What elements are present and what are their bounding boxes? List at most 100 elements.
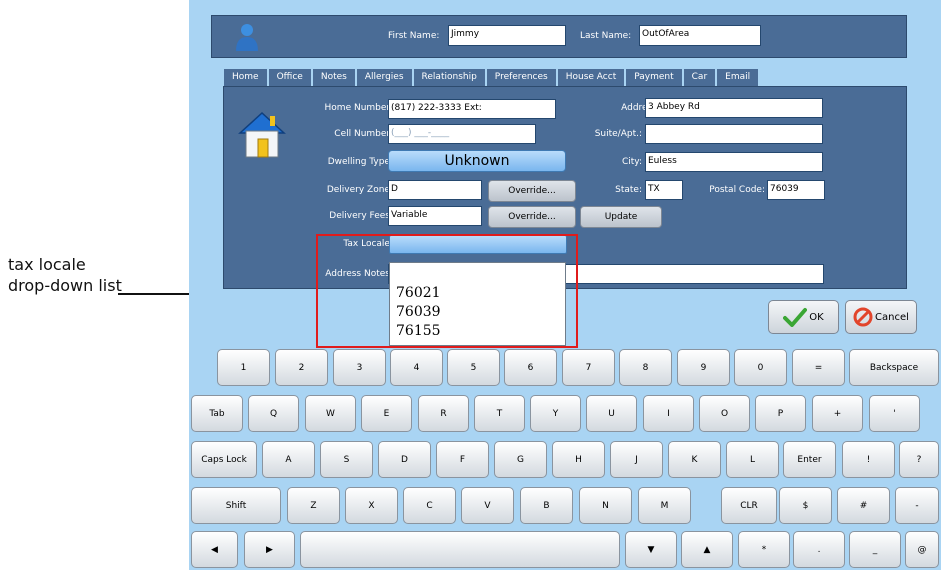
key-3[interactable]: 3 bbox=[333, 349, 386, 386]
suite-apt-label: Suite/Apt.: bbox=[594, 129, 642, 139]
home-number-input[interactable]: (817) 222-3333 Ext: bbox=[388, 99, 556, 119]
key-left-arrow[interactable]: ◀ bbox=[191, 531, 238, 568]
key-at[interactable]: @ bbox=[905, 531, 939, 568]
tab-bar: Home Office Notes Allergies Relationship… bbox=[223, 68, 760, 87]
key-c[interactable]: C bbox=[403, 487, 456, 524]
delivery-fees-override-button[interactable]: Override... bbox=[488, 206, 576, 228]
key-equals[interactable]: = bbox=[792, 349, 845, 386]
key-question[interactable]: ? bbox=[899, 441, 939, 478]
key-d[interactable]: D bbox=[378, 441, 431, 478]
key-2[interactable]: 2 bbox=[275, 349, 328, 386]
key-plus[interactable]: + bbox=[812, 395, 863, 432]
key-s[interactable]: S bbox=[320, 441, 373, 478]
key-exclamation[interactable]: ! bbox=[842, 441, 895, 478]
tab-payment[interactable]: Payment bbox=[625, 68, 683, 87]
key-j[interactable]: J bbox=[610, 441, 663, 478]
last-name-input[interactable]: OutOfArea bbox=[639, 25, 761, 46]
key-e[interactable]: E bbox=[361, 395, 412, 432]
city-input[interactable]: Euless bbox=[645, 152, 823, 172]
cell-number-label: Cell Number: bbox=[334, 129, 393, 139]
key-hash[interactable]: # bbox=[837, 487, 890, 524]
state-input[interactable]: TX bbox=[645, 180, 683, 200]
cell-number-input[interactable]: (___) ___-____ bbox=[388, 124, 536, 144]
key-a[interactable]: A bbox=[262, 441, 315, 478]
tab-notes[interactable]: Notes bbox=[311, 68, 356, 87]
key-4[interactable]: 4 bbox=[390, 349, 443, 386]
tab-email[interactable]: Email bbox=[716, 68, 760, 87]
key-1[interactable]: 1 bbox=[217, 349, 270, 386]
key-shift[interactable]: Shift bbox=[191, 487, 281, 524]
key-clr[interactable]: CLR bbox=[721, 487, 777, 524]
cancel-button[interactable]: Cancel bbox=[845, 300, 917, 334]
delivery-fees-input[interactable]: Variable bbox=[388, 206, 482, 226]
key-backspace[interactable]: Backspace bbox=[849, 349, 939, 386]
key-p[interactable]: P bbox=[755, 395, 806, 432]
key-tab[interactable]: Tab bbox=[191, 395, 243, 432]
key-l[interactable]: L bbox=[726, 441, 779, 478]
key-0[interactable]: 0 bbox=[734, 349, 787, 386]
key-k[interactable]: K bbox=[668, 441, 721, 478]
first-name-input[interactable]: Jimmy bbox=[448, 25, 566, 46]
key-x[interactable]: X bbox=[345, 487, 398, 524]
key-r[interactable]: R bbox=[418, 395, 469, 432]
key-space[interactable] bbox=[300, 531, 620, 568]
suite-apt-input[interactable] bbox=[645, 124, 823, 144]
key-minus[interactable]: - bbox=[895, 487, 939, 524]
key-w[interactable]: W bbox=[305, 395, 356, 432]
key-v[interactable]: V bbox=[461, 487, 514, 524]
key-m[interactable]: M bbox=[638, 487, 691, 524]
postal-code-label: Postal Code: bbox=[709, 185, 765, 195]
key-q[interactable]: Q bbox=[248, 395, 299, 432]
key-period[interactable]: . bbox=[793, 531, 845, 568]
key-asterisk[interactable]: * bbox=[738, 531, 790, 568]
update-button[interactable]: Update bbox=[580, 206, 662, 228]
key-enter[interactable]: Enter bbox=[783, 441, 836, 478]
tab-car[interactable]: Car bbox=[682, 68, 717, 87]
tab-house-acct[interactable]: House Acct bbox=[556, 68, 626, 87]
key-7[interactable]: 7 bbox=[562, 349, 615, 386]
key-o[interactable]: O bbox=[699, 395, 750, 432]
state-label: State: bbox=[615, 185, 642, 195]
key-9[interactable]: 9 bbox=[677, 349, 730, 386]
delivery-zone-override-button[interactable]: Override... bbox=[488, 180, 576, 202]
key-down-arrow[interactable]: ▼ bbox=[625, 531, 677, 568]
postal-code-input[interactable]: 76039 bbox=[767, 180, 825, 200]
key-g[interactable]: G bbox=[494, 441, 547, 478]
home-number-label: Home Number: bbox=[324, 103, 393, 113]
delivery-fees-label: Delivery Fees: bbox=[329, 211, 393, 221]
key-i[interactable]: I bbox=[643, 395, 694, 432]
key-z[interactable]: Z bbox=[287, 487, 340, 524]
key-h[interactable]: H bbox=[552, 441, 605, 478]
address-input[interactable]: 3 Abbey Rd bbox=[645, 98, 823, 118]
first-name-label: First Name: bbox=[388, 31, 440, 41]
ok-label: OK bbox=[809, 311, 824, 323]
key-right-arrow[interactable]: ▶ bbox=[244, 531, 295, 568]
customer-header: First Name: Jimmy Last Name: OutOfArea bbox=[211, 15, 907, 58]
key-y[interactable]: Y bbox=[530, 395, 581, 432]
ok-button[interactable]: OK bbox=[768, 300, 839, 334]
city-label: City: bbox=[621, 157, 642, 167]
key-dollar[interactable]: $ bbox=[779, 487, 832, 524]
tab-office[interactable]: Office bbox=[267, 68, 312, 87]
key-5[interactable]: 5 bbox=[447, 349, 500, 386]
dwelling-type-button[interactable]: Unknown bbox=[388, 150, 566, 172]
key-underscore[interactable]: _ bbox=[849, 531, 901, 568]
key-b[interactable]: B bbox=[520, 487, 573, 524]
tab-home[interactable]: Home bbox=[223, 68, 268, 87]
key-n[interactable]: N bbox=[579, 487, 632, 524]
key-6[interactable]: 6 bbox=[504, 349, 557, 386]
tab-allergies[interactable]: Allergies bbox=[355, 68, 413, 87]
checkmark-icon bbox=[783, 308, 808, 327]
tax-locale-callout: tax locale drop-down list bbox=[8, 255, 122, 295]
key-up-arrow[interactable]: ▲ bbox=[681, 531, 733, 568]
key-8[interactable]: 8 bbox=[619, 349, 672, 386]
cancel-label: Cancel bbox=[875, 311, 909, 323]
key-caps-lock[interactable]: Caps Lock bbox=[191, 441, 257, 478]
delivery-zone-input[interactable]: D bbox=[388, 180, 482, 200]
key-u[interactable]: U bbox=[586, 395, 637, 432]
tab-preferences[interactable]: Preferences bbox=[485, 68, 557, 87]
tab-relationship[interactable]: Relationship bbox=[412, 68, 486, 87]
key-f[interactable]: F bbox=[436, 441, 489, 478]
key-t[interactable]: T bbox=[474, 395, 525, 432]
key-apostrophe[interactable]: ' bbox=[869, 395, 920, 432]
